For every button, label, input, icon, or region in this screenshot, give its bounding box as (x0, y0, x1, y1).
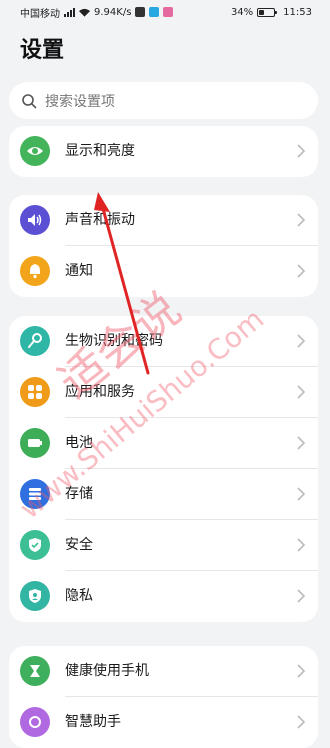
settings-item-label: 声音和振动 (65, 212, 135, 228)
page-title: 设置 (20, 38, 65, 63)
chevron-right-icon (297, 664, 306, 678)
chevron-right-icon (297, 538, 306, 552)
settings-item-label: 电池 (65, 435, 93, 451)
search-icon (21, 93, 37, 109)
settings-item-label: 智慧助手 (65, 714, 121, 730)
clock: 11:53 (283, 6, 312, 18)
settings-item-label: 生物识别和密码 (65, 333, 163, 349)
carrier-label: 中国移动 (20, 8, 60, 20)
settings-item-label: 存储 (65, 486, 93, 502)
hourglass-icon (20, 656, 50, 686)
bell-icon (20, 256, 50, 286)
chevron-right-icon (297, 144, 306, 158)
settings-item-label: 安全 (65, 537, 93, 553)
app-notification-icon (163, 7, 174, 17)
chevron-right-icon (297, 334, 306, 348)
settings-item-assistant[interactable]: 智慧助手 (9, 697, 318, 748)
battery-indicator-icon (257, 7, 278, 17)
chevron-right-icon (297, 213, 306, 227)
settings-item-notifications[interactable]: 通知 (9, 246, 318, 297)
settings-item-battery[interactable]: 电池 (9, 418, 318, 469)
settings-item-label: 隐私 (65, 588, 93, 604)
battery-percent: 34% (230, 6, 254, 18)
settings-item-sound[interactable]: 声音和振动 (9, 195, 318, 246)
settings-item-apps[interactable]: 应用和服务 (9, 367, 318, 418)
chevron-right-icon (297, 715, 306, 729)
battery-icon (20, 428, 50, 458)
settings-item-security[interactable]: 安全 (9, 520, 318, 571)
chevron-right-icon (297, 264, 306, 278)
settings-item-label: 显示和亮度 (65, 143, 135, 159)
search-input[interactable]: 搜索设置项 (9, 82, 318, 119)
eye-icon (20, 136, 50, 166)
settings-item-privacy[interactable]: 隐私 (9, 571, 318, 622)
apps-icon (20, 377, 50, 407)
settings-item-biometrics[interactable]: 生物识别和密码 (9, 316, 318, 367)
chevron-right-icon (297, 385, 306, 399)
shield-icon (20, 530, 50, 560)
chevron-right-icon (297, 436, 306, 450)
app-notification-icon (149, 7, 160, 17)
settings-item-storage[interactable]: 存储 (9, 469, 318, 520)
settings-item-label: 应用和服务 (65, 384, 135, 400)
assistant-icon (20, 707, 50, 737)
storage-icon (20, 479, 50, 509)
net-speed: 9.94K/s (94, 6, 132, 18)
settings-item-label: 通知 (65, 263, 93, 279)
settings-group-system: 生物识别和密码 应用和服务 电池 存储 安全 隐私 (9, 316, 318, 622)
signal-icon (64, 7, 75, 17)
settings-group-display: 显示和亮度 (9, 126, 318, 177)
settings-group-wellbeing: 健康使用手机 智慧助手 (9, 646, 318, 748)
chevron-right-icon (297, 487, 306, 501)
privacy-icon (20, 581, 50, 611)
settings-item-display[interactable]: 显示和亮度 (9, 126, 318, 177)
speaker-icon (20, 205, 50, 235)
settings-item-label: 健康使用手机 (65, 663, 149, 679)
settings-item-digital-balance[interactable]: 健康使用手机 (9, 646, 318, 697)
chevron-right-icon (297, 589, 306, 603)
search-placeholder: 搜索设置项 (45, 93, 115, 110)
key-icon (20, 326, 50, 356)
app-notification-icon (135, 7, 146, 17)
settings-group-sound: 声音和振动 通知 (9, 195, 318, 297)
wifi-icon (79, 8, 90, 17)
status-bar: 中国移动 9.94K/s 34% 11:53 (0, 0, 330, 24)
